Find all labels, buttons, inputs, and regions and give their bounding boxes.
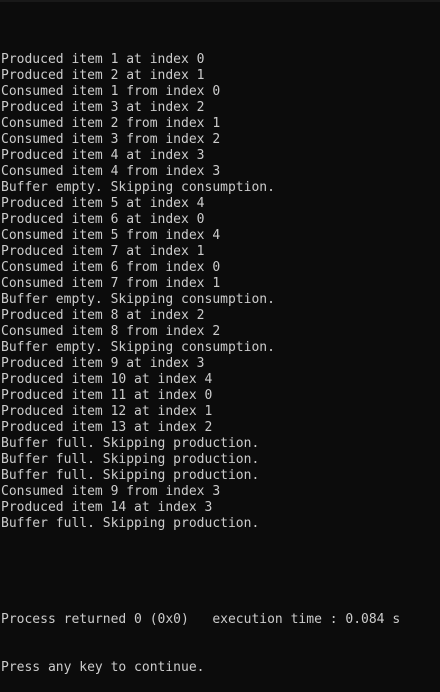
- console-line: Consumed item 3 from index 2: [1, 132, 221, 147]
- window-top-edge: [0, 0, 440, 2]
- console-window[interactable]: Produced item 1 at index 0 Produced item …: [0, 0, 440, 675]
- console-line: Buffer full. Skipping production.: [1, 468, 260, 483]
- console-line: Consumed item 6 from index 0: [1, 260, 221, 275]
- process-returned-line: Process returned 0 (0x0) execution time …: [1, 612, 401, 627]
- console-line: Consumed item 4 from index 3: [1, 164, 221, 179]
- console-line: Produced item 1 at index 0: [1, 52, 205, 67]
- console-output: Produced item 1 at index 0 Produced item …: [1, 52, 440, 532]
- console-line: Produced item 9 at index 3: [1, 356, 205, 371]
- console-line: Produced item 10 at index 4: [1, 372, 213, 387]
- console-line: Buffer empty. Skipping consumption.: [1, 180, 275, 195]
- console-line: Buffer full. Skipping production.: [1, 516, 260, 531]
- console-line: Buffer full. Skipping production.: [1, 452, 260, 467]
- console-line: Produced item 13 at index 2: [1, 420, 213, 435]
- console-line: Consumed item 2 from index 1: [1, 116, 221, 131]
- console-line: Produced item 6 at index 0: [1, 212, 205, 227]
- console-line: Produced item 12 at index 1: [1, 404, 213, 419]
- console-line: Consumed item 5 from index 4: [1, 228, 221, 243]
- console-line: Produced item 8 at index 2: [1, 308, 205, 323]
- console-line: Buffer empty. Skipping consumption.: [1, 340, 275, 355]
- console-line: Produced item 14 at index 3: [1, 500, 213, 515]
- console-line: Produced item 5 at index 4: [1, 196, 205, 211]
- console-line: Produced item 7 at index 1: [1, 244, 205, 259]
- console-line: Produced item 11 at index 0: [1, 388, 213, 403]
- console-line: Buffer full. Skipping production.: [1, 436, 260, 451]
- console-line: Consumed item 8 from index 2: [1, 324, 221, 339]
- console-line: Consumed item 9 from index 3: [1, 484, 221, 499]
- console-line: Consumed item 1 from index 0: [1, 84, 221, 99]
- console-line: Buffer empty. Skipping consumption.: [1, 292, 275, 307]
- console-line: Produced item 4 at index 3: [1, 148, 205, 163]
- console-line: Produced item 2 at index 1: [1, 68, 205, 83]
- console-line: Produced item 3 at index 2: [1, 100, 205, 115]
- console-line: Consumed item 7 from index 1: [1, 276, 221, 291]
- press-any-key-line: Press any key to continue.: [1, 660, 205, 675]
